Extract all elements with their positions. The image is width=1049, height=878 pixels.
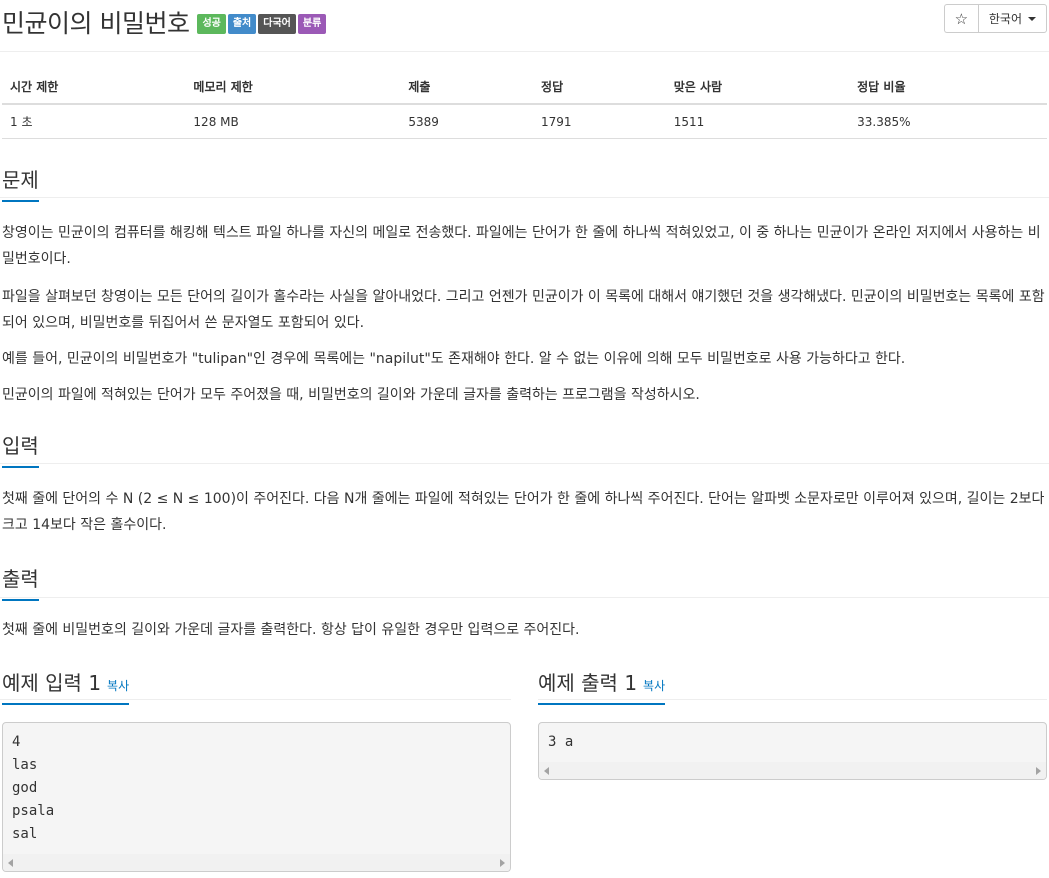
- language-dropdown[interactable]: 한국어: [977, 4, 1047, 33]
- badge-multilang[interactable]: 다국어: [258, 14, 296, 34]
- caret-down-icon: [1028, 17, 1036, 21]
- problem-paragraph-4: 민균이의 파일에 적혀있는 단어가 모두 주어졌을 때, 비밀번호의 길이와 가…: [2, 387, 700, 403]
- scroll-right-icon[interactable]: [500, 859, 505, 867]
- sample-input-heading: 예제 입력 1 복사: [2, 667, 130, 705]
- header-tools: ☆ 한국어: [943, 4, 1047, 33]
- sample-output-scrollbar[interactable]: [539, 762, 1046, 779]
- badge-group: 성공 출처 다국어 분류: [197, 14, 327, 34]
- problem-paragraph-2: 파일을 살펴보던 창영이는 모든 단어의 길이가 홀수라는 사실을 알아내었다.…: [2, 289, 1045, 331]
- sample-output-title: 예제 출력 1: [538, 671, 638, 695]
- input-description: 첫째 줄에 단어의 수 N (2 ≤ N ≤ 100)이 주어진다. 다음 N개…: [2, 491, 1045, 533]
- sample-input-scrollbar[interactable]: [3, 854, 510, 871]
- input-heading: 입력: [2, 430, 39, 468]
- sample-output-heading: 예제 출력 1 복사: [538, 667, 666, 705]
- scroll-left-icon[interactable]: [544, 767, 549, 775]
- sample-output-box: 3 a: [538, 722, 1047, 780]
- badge-success[interactable]: 성공: [197, 14, 226, 34]
- title-row: 민균이의 비밀번호 성공 출처 다국어 분류: [2, 4, 327, 40]
- scroll-right-icon[interactable]: [1036, 767, 1041, 775]
- header-memory-limit: 메모리 제한: [185, 70, 401, 105]
- star-icon: ☆: [954, 9, 969, 28]
- favorite-button[interactable]: ☆: [943, 4, 978, 33]
- header-time-limit: 시간 제한: [2, 70, 186, 105]
- output-heading: 출력: [2, 563, 39, 601]
- header-accepted: 정답: [533, 70, 666, 105]
- value-submissions: 5389: [400, 104, 534, 139]
- problem-paragraph-1: 창영이는 민균이의 컴퓨터를 해킹해 텍스트 파일 하나를 자신의 메일로 전송…: [2, 225, 1041, 267]
- problem-divider: [0, 197, 1049, 198]
- sample-input-text: 4 las god psala sal: [12, 734, 55, 842]
- value-solvers: 1511: [665, 104, 850, 139]
- copy-sample-output-button[interactable]: 복사: [643, 677, 665, 694]
- header-ratio: 정답 비율: [849, 70, 1047, 105]
- problem-info-table: 시간 제한 메모리 제한 제출 정답 맞은 사람 정답 비율 1 초 128 M…: [2, 70, 1047, 139]
- info-header-row: 시간 제한 메모리 제한 제출 정답 맞은 사람 정답 비율: [2, 70, 1047, 105]
- output-description: 첫째 줄에 비밀번호의 길이와 가운데 글자를 출력한다. 항상 답이 유일한 …: [2, 622, 580, 638]
- input-divider: [0, 463, 1049, 464]
- sample-input-box: 4 las god psala sal: [2, 722, 511, 872]
- value-ratio: 33.385%: [849, 104, 1047, 139]
- problem-paragraph-3: 예를 들어, 민균이의 비밀번호가 "tulipan"인 경우에 목록에는 "n…: [2, 351, 906, 367]
- header-solvers: 맞은 사람: [665, 70, 850, 105]
- header-divider: [0, 51, 1049, 52]
- badge-category[interactable]: 분류: [297, 14, 327, 34]
- sample-output-text: 3 a: [548, 734, 574, 750]
- value-accepted: 1791: [533, 104, 666, 139]
- value-time-limit: 1 초: [2, 104, 186, 139]
- output-divider: [0, 597, 1049, 598]
- page-title: 민균이의 비밀번호: [2, 9, 190, 38]
- copy-sample-input-button[interactable]: 복사: [107, 677, 129, 694]
- sample-input-title: 예제 입력 1: [2, 671, 102, 695]
- info-value-row: 1 초 128 MB 5389 1791 1511 33.385%: [2, 104, 1047, 139]
- problem-heading: 문제: [2, 164, 39, 202]
- value-memory-limit: 128 MB: [185, 104, 401, 139]
- badge-source[interactable]: 출처: [227, 14, 257, 34]
- header-submissions: 제출: [400, 70, 534, 105]
- scroll-left-icon[interactable]: [8, 859, 13, 867]
- language-label: 한국어: [988, 12, 1022, 26]
